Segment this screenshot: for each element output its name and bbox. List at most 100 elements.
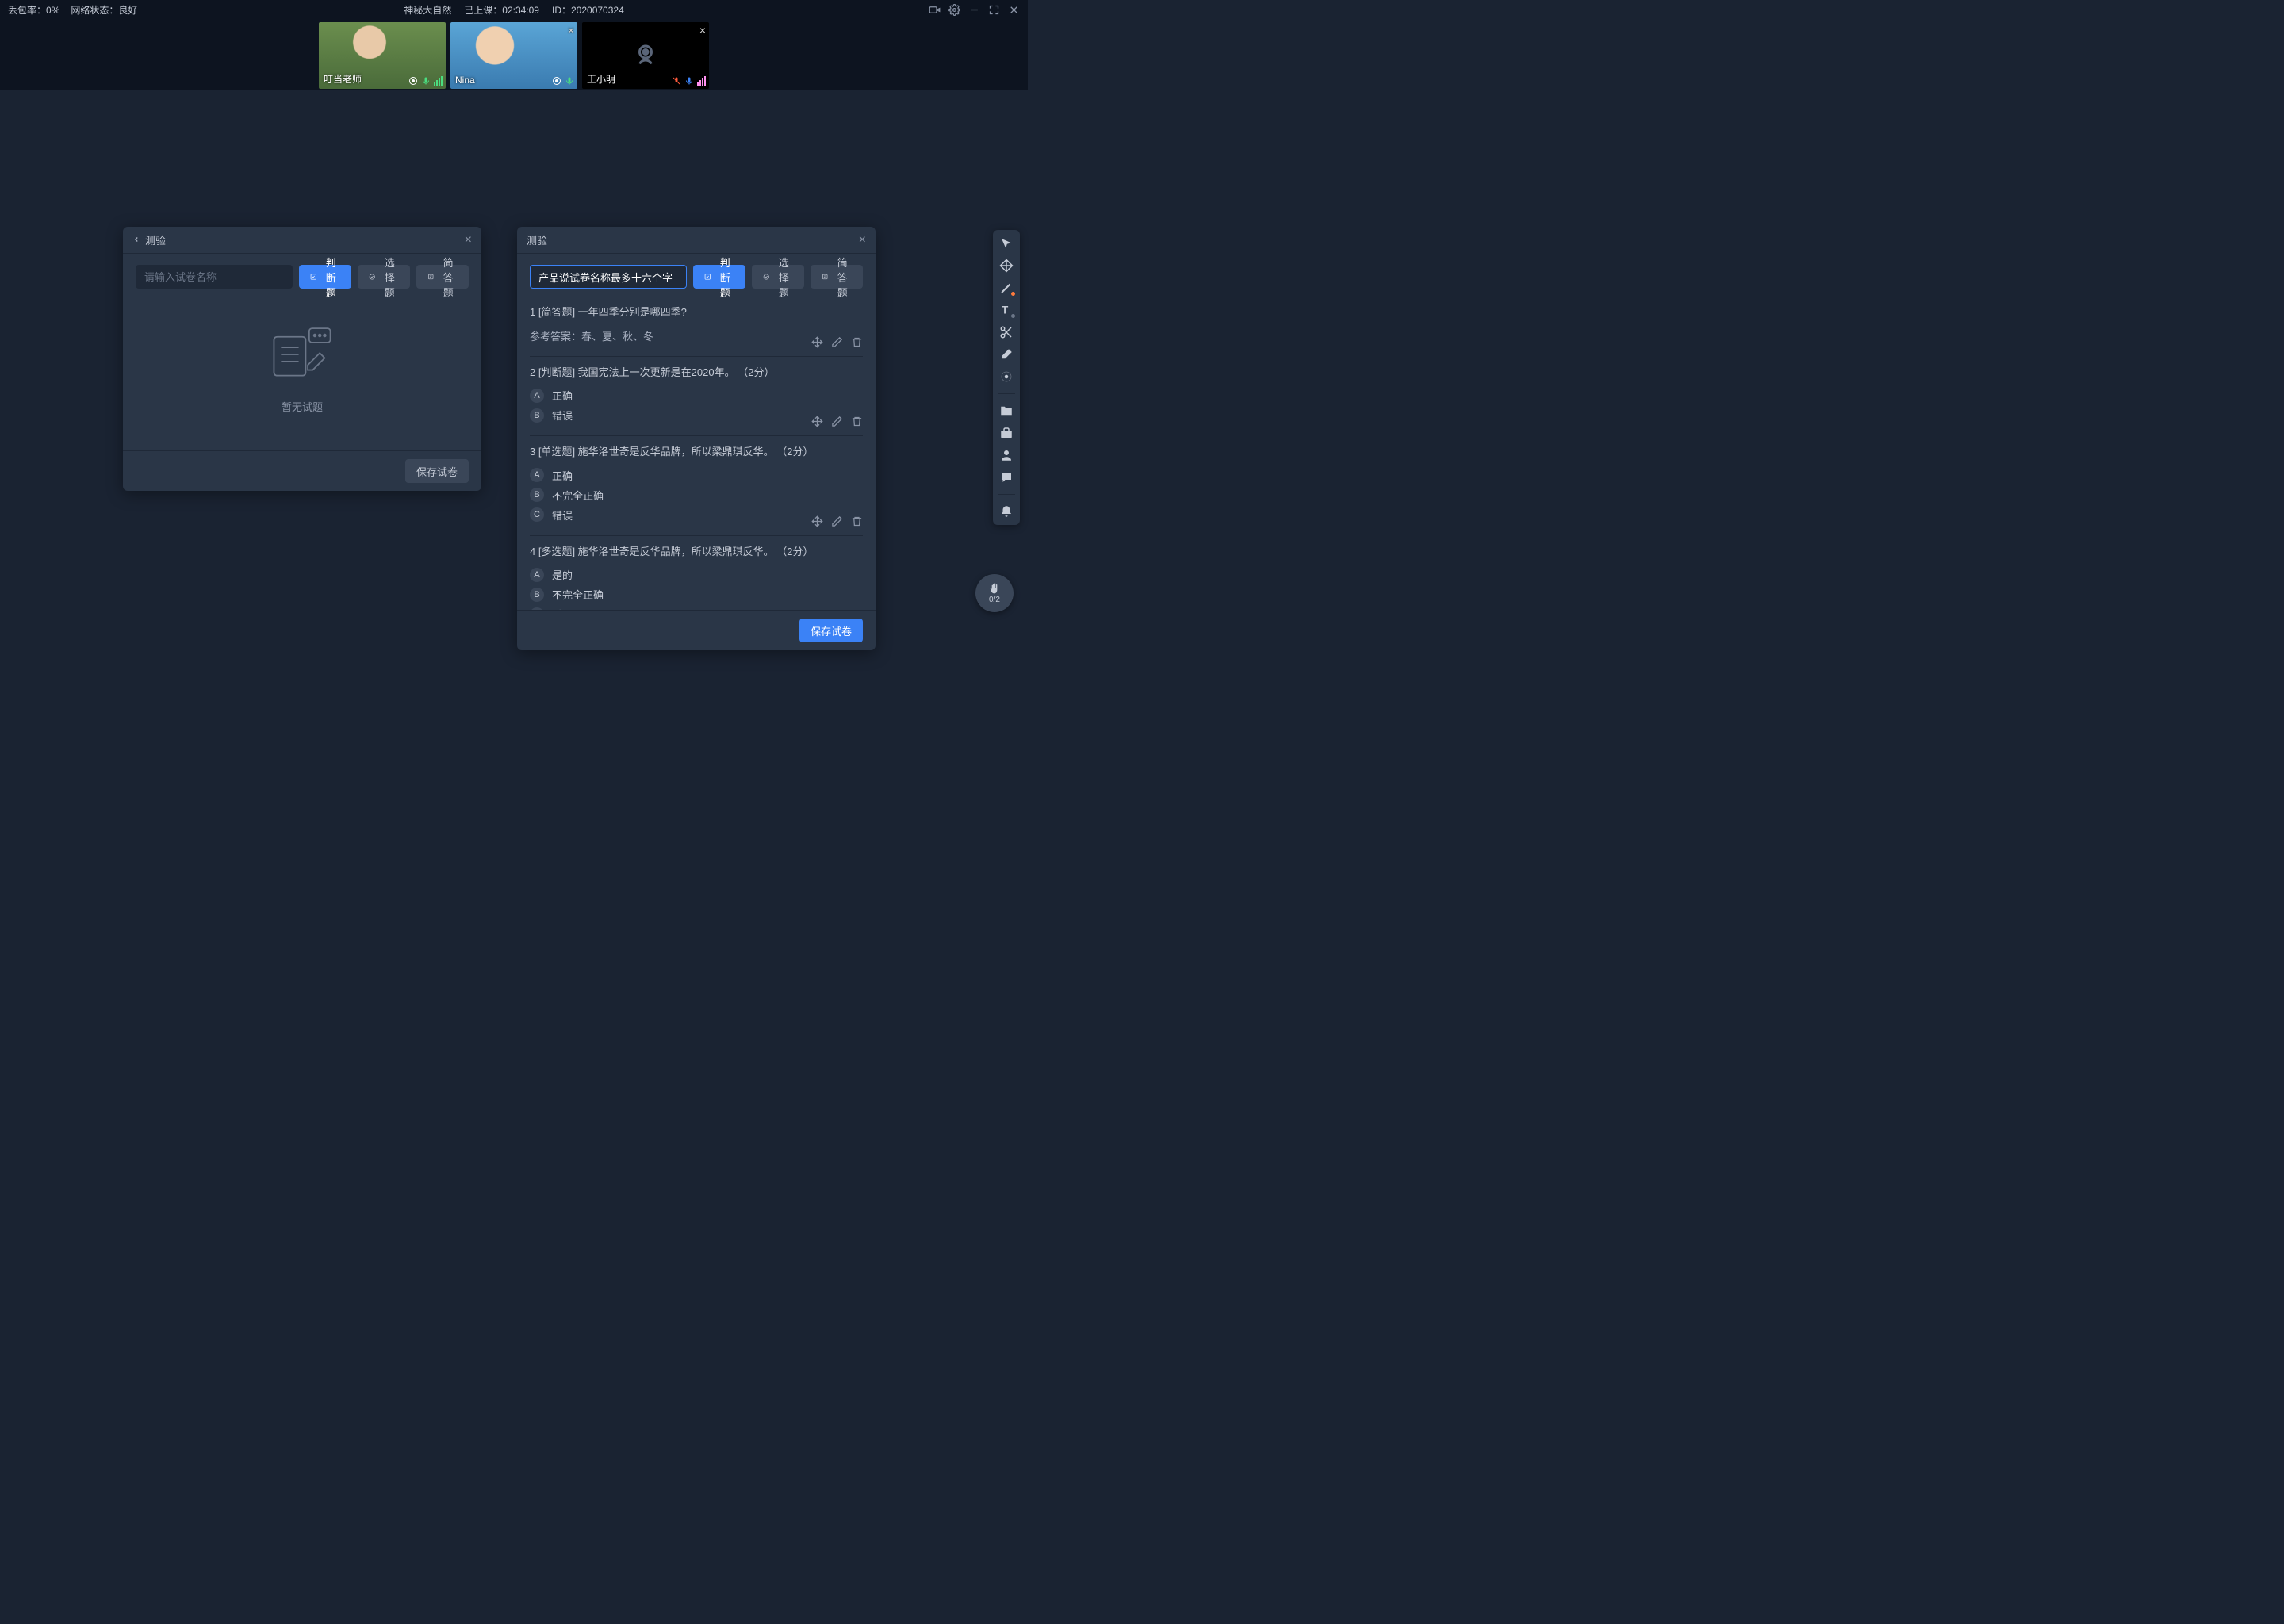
add-short-answer-button[interactable]: 简答题 bbox=[811, 265, 863, 289]
class-elapsed: 已上课：02:34:09 bbox=[464, 3, 539, 17]
hand-count: 0/2 bbox=[989, 596, 1000, 604]
right-toolbar: T bbox=[993, 230, 1020, 525]
class-id: ID：2020070324 bbox=[552, 3, 624, 17]
option-text: 正确 bbox=[552, 468, 573, 483]
tile-close-icon[interactable]: × bbox=[699, 24, 706, 36]
mic-muted-icon bbox=[672, 76, 681, 86]
user-tool-icon[interactable] bbox=[999, 448, 1014, 462]
network-status: 网络状态：良好 bbox=[71, 3, 137, 17]
question-option[interactable]: A 正确 bbox=[530, 388, 863, 403]
option-badge: B bbox=[530, 488, 544, 502]
record-icon bbox=[552, 76, 561, 86]
video-tile-student-off[interactable]: × 王小明 bbox=[582, 22, 709, 89]
close-icon[interactable]: × bbox=[859, 233, 866, 247]
trash-icon[interactable] bbox=[851, 515, 863, 527]
video-name-label: 王小明 bbox=[587, 72, 615, 86]
option-text: 错误 bbox=[552, 508, 573, 523]
laser-tool-icon[interactable] bbox=[999, 370, 1014, 384]
question-block: 4 [多选题] 施华洛世奇是反华品牌，所以梁鼎琪反华。 （2分） A 是的 B 不完全正… bbox=[530, 536, 863, 611]
record-icon bbox=[408, 76, 418, 86]
question-block: 2 [判断题] 我国宪法上一次更新是在2020年。 （2分）A正确B错误 bbox=[530, 357, 863, 437]
question-option[interactable]: B 不完全正确 bbox=[530, 587, 863, 602]
judge-icon bbox=[310, 271, 316, 282]
quiz-panel-empty: 测验 × 判断题 选择题 简答题 bbox=[123, 227, 481, 491]
question-title: 4 [多选题] 施华洛世奇是反华品牌，所以梁鼎琪反华。 （2分） bbox=[530, 544, 863, 560]
option-text: 正确 bbox=[552, 388, 573, 403]
text-icon bbox=[822, 271, 828, 282]
video-name-label: Nina bbox=[455, 75, 475, 86]
close-icon[interactable] bbox=[1008, 4, 1020, 16]
empty-state: 暂无试题 bbox=[136, 297, 469, 439]
edit-icon[interactable] bbox=[831, 515, 843, 527]
option-text: 错误 bbox=[552, 408, 573, 423]
bell-tool-icon[interactable] bbox=[999, 504, 1014, 519]
option-badge: A bbox=[530, 389, 544, 403]
text-icon bbox=[427, 271, 434, 282]
save-quiz-button[interactable]: 保存试卷 bbox=[799, 619, 863, 642]
pen-tool-icon[interactable] bbox=[999, 281, 1014, 295]
option-text: 是的 bbox=[552, 567, 573, 582]
question-option[interactable]: B 不完全正确 bbox=[530, 488, 863, 503]
option-badge: C bbox=[530, 607, 544, 611]
move-icon[interactable] bbox=[811, 515, 823, 527]
video-tile-student[interactable]: × Nina bbox=[450, 22, 577, 89]
add-choice-button[interactable]: 选择题 bbox=[358, 265, 410, 289]
choice-icon bbox=[763, 271, 769, 282]
option-badge: B bbox=[530, 588, 544, 602]
hand-raise-button[interactable]: 0/2 bbox=[975, 574, 1014, 612]
top-status-bar: 丢包率：0% 网络状态：良好 神秘大自然 已上课：02:34:09 ID：202… bbox=[0, 0, 1028, 19]
option-text: 不完全正确 bbox=[552, 488, 604, 503]
chat-tool-icon[interactable] bbox=[999, 470, 1014, 485]
option-badge: C bbox=[530, 508, 544, 522]
volume-bars-icon bbox=[434, 76, 443, 86]
option-badge: A bbox=[530, 568, 544, 582]
panel-title: 测验 bbox=[527, 232, 547, 247]
volume-bars-icon bbox=[697, 76, 706, 86]
mic-icon bbox=[684, 76, 694, 86]
question-title: 3 [单选题] 施华洛世奇是反华品牌，所以梁鼎琪反华。 （2分） bbox=[530, 444, 863, 460]
gear-icon[interactable] bbox=[948, 4, 960, 16]
eraser-tool-icon[interactable] bbox=[999, 347, 1014, 362]
mic-icon bbox=[421, 76, 431, 86]
text-tool-icon[interactable]: T bbox=[999, 303, 1014, 317]
question-option[interactable]: A 正确 bbox=[530, 468, 863, 483]
quiz-name-input[interactable] bbox=[136, 265, 293, 289]
scissors-tool-icon[interactable] bbox=[999, 325, 1014, 339]
option-text: 错误 bbox=[552, 607, 573, 610]
folder-tool-icon[interactable] bbox=[999, 404, 1014, 418]
move-icon[interactable] bbox=[811, 416, 823, 427]
question-option[interactable]: C 错误 bbox=[530, 607, 863, 610]
add-short-answer-button[interactable]: 简答题 bbox=[416, 265, 469, 289]
move-icon[interactable] bbox=[811, 336, 823, 348]
trash-icon[interactable] bbox=[851, 336, 863, 348]
move-tool-icon[interactable] bbox=[999, 259, 1014, 273]
save-quiz-button[interactable]: 保存试卷 bbox=[405, 459, 469, 483]
edit-icon[interactable] bbox=[831, 416, 843, 427]
mic-icon bbox=[565, 76, 574, 86]
video-name-label: 叮当老师 bbox=[324, 72, 362, 86]
add-judge-button[interactable]: 判断题 bbox=[693, 265, 745, 289]
svg-text:T: T bbox=[1002, 304, 1009, 316]
panel-title: 测验 bbox=[145, 232, 166, 247]
cursor-tool-icon[interactable] bbox=[999, 236, 1014, 251]
edit-icon[interactable] bbox=[831, 336, 843, 348]
add-judge-button[interactable]: 判断题 bbox=[299, 265, 351, 289]
question-option[interactable]: A 是的 bbox=[530, 567, 863, 582]
option-text: 不完全正确 bbox=[552, 587, 604, 602]
quiz-name-input[interactable] bbox=[530, 265, 687, 289]
trash-icon[interactable] bbox=[851, 416, 863, 427]
fullscreen-icon[interactable] bbox=[988, 4, 1000, 16]
question-title: 1 [简答题] 一年四季分别是哪四季? bbox=[530, 304, 863, 320]
video-tile-teacher[interactable]: 叮当老师 bbox=[319, 22, 446, 89]
camera-toggle-icon[interactable] bbox=[929, 4, 941, 16]
add-choice-button[interactable]: 选择题 bbox=[752, 265, 804, 289]
quiz-panel-edit: 测验 × 判断题 选择题 简答题 1 [简答题] 一年四季分别是哪四季?参考答案… bbox=[517, 227, 876, 650]
toolbox-tool-icon[interactable] bbox=[999, 426, 1014, 440]
camera-off-icon bbox=[631, 41, 660, 70]
question-block: 1 [简答题] 一年四季分别是哪四季?参考答案：春、夏、秋、冬 bbox=[530, 297, 863, 357]
option-badge: A bbox=[530, 468, 544, 482]
tile-close-icon[interactable]: × bbox=[568, 24, 574, 36]
minimize-icon[interactable] bbox=[968, 4, 980, 16]
close-icon[interactable]: × bbox=[465, 233, 472, 247]
back-icon[interactable] bbox=[132, 234, 140, 246]
